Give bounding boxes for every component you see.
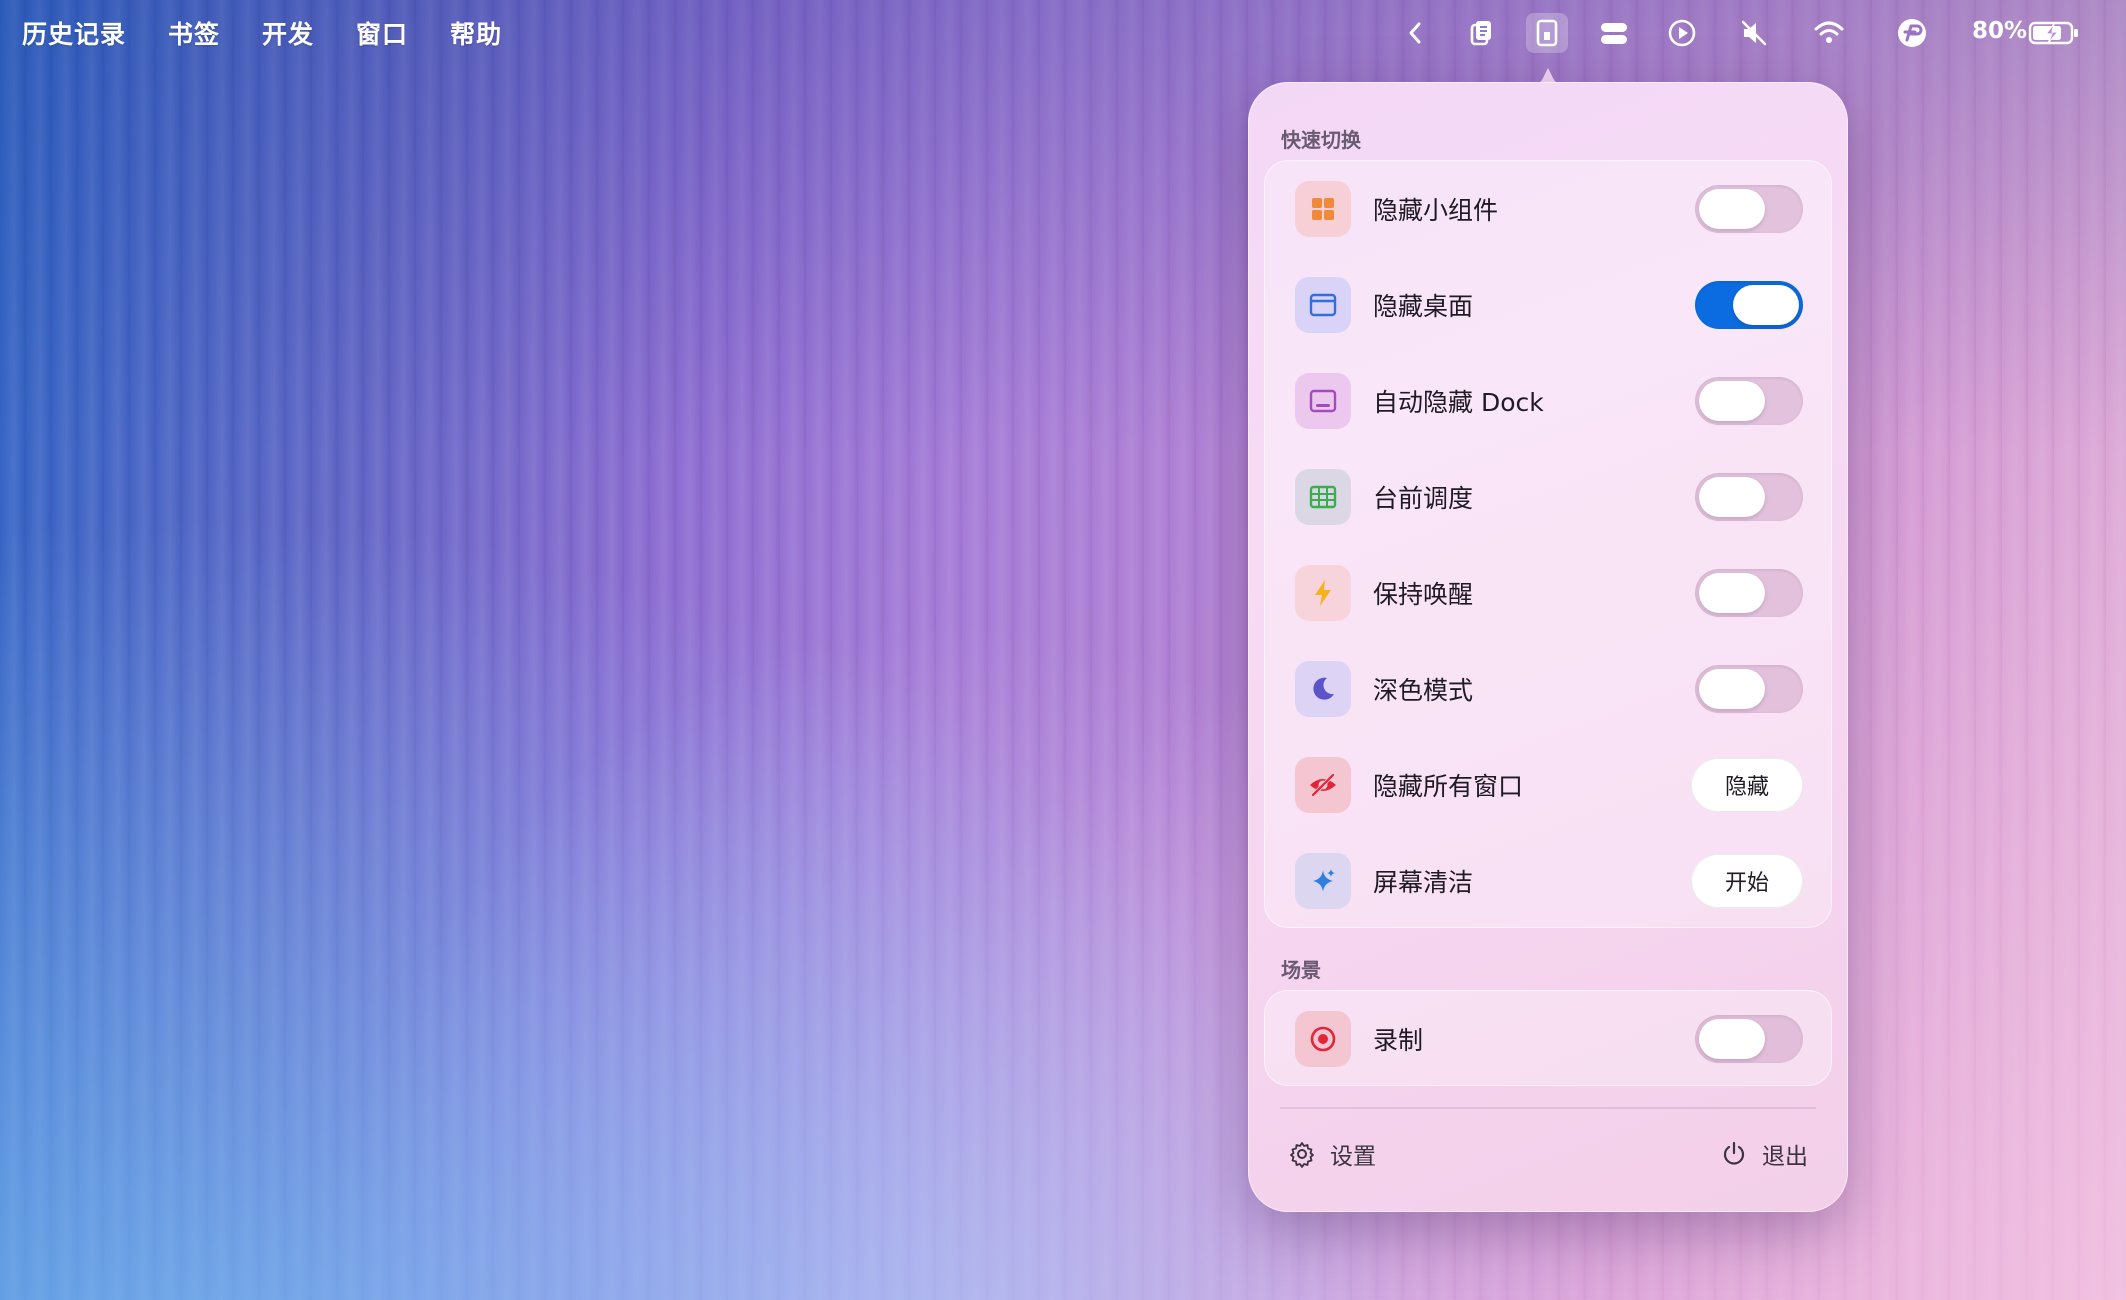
quick-toggle-section-title: 快速切换 (1281, 128, 1361, 152)
action-row-hide-all-windows: 隐藏所有窗口 隐藏 (1265, 737, 1833, 833)
toggle-knob (1699, 189, 1765, 229)
clipboard-icon[interactable] (1465, 17, 1497, 49)
sparkle-icon (1295, 853, 1351, 909)
wifi-icon[interactable] (1813, 17, 1845, 49)
chevron-left-icon[interactable] (1400, 17, 1432, 49)
app-menu-icon[interactable] (1531, 17, 1563, 49)
control-center-icon[interactable] (1598, 17, 1630, 49)
toggle-label: 深色模式 (1373, 676, 1474, 705)
bolt-icon (1295, 565, 1351, 621)
toggle-knob (1733, 285, 1799, 325)
desktop-window-icon (1295, 277, 1351, 333)
toggle-knob (1699, 669, 1765, 709)
toggle-knob (1699, 573, 1765, 613)
screen-clean-start-button[interactable]: 开始 (1691, 854, 1803, 908)
play-icon[interactable] (1666, 17, 1698, 49)
settings-label: 设置 (1330, 1144, 1376, 1170)
action-row-screen-clean: 屏幕清洁 开始 (1265, 833, 1833, 929)
toggle-row-dark-mode: 深色模式 (1265, 641, 1833, 737)
hide-all-windows-button[interactable]: 隐藏 (1691, 758, 1803, 812)
auto-hide-dock-toggle[interactable] (1695, 377, 1803, 425)
quit-button[interactable]: 退出 (1720, 1137, 1808, 1171)
quick-toggle-popover: 快速切换 隐藏小组件 隐藏桌面 自动隐藏 Dock 台前调度 保持唤醒 深色模式… (1248, 82, 1848, 1212)
toggle-row-hide-widgets: 隐藏小组件 (1265, 161, 1833, 257)
keep-awake-toggle[interactable] (1695, 569, 1803, 617)
menu-develop[interactable]: 开发 (262, 15, 314, 51)
toggle-knob (1699, 1019, 1765, 1059)
menu-bookmarks[interactable]: 书签 (168, 15, 220, 51)
toggle-row-stage-manager: 台前调度 (1265, 449, 1833, 545)
app-status-icon[interactable] (1896, 17, 1928, 49)
footer-divider (1280, 1107, 1816, 1109)
gear-icon (1290, 1142, 1314, 1168)
widgets-icon (1295, 181, 1351, 237)
menu-help[interactable]: 帮助 (450, 15, 502, 51)
dock-icon (1295, 373, 1351, 429)
eye-slash-icon (1295, 757, 1351, 813)
stage-manager-icon (1295, 469, 1351, 525)
hide-widgets-toggle[interactable] (1695, 185, 1803, 233)
toggle-knob (1699, 477, 1765, 517)
scenes-section-title: 场景 (1281, 958, 1321, 982)
hide-desktop-toggle[interactable] (1695, 281, 1803, 329)
power-icon (1723, 1141, 1745, 1165)
menu-history[interactable]: 历史记录 (22, 15, 126, 51)
app-menu: 历史记录 书签 开发 窗口 帮助 (0, 15, 502, 51)
record-icon (1295, 1011, 1351, 1067)
menu-window[interactable]: 窗口 (356, 15, 408, 51)
quick-toggle-card: 隐藏小组件 隐藏桌面 自动隐藏 Dock 台前调度 保持唤醒 深色模式 隐藏所有… (1264, 160, 1832, 928)
battery-charging-icon[interactable] (2028, 17, 2080, 49)
quit-label: 退出 (1762, 1144, 1808, 1170)
toggle-knob (1699, 381, 1765, 421)
battery-percentage: 80% (1972, 18, 2028, 44)
record-toggle[interactable] (1695, 1015, 1803, 1063)
toggle-label: 保持唤醒 (1373, 580, 1474, 609)
toggle-row-hide-desktop: 隐藏桌面 (1265, 257, 1833, 353)
settings-button[interactable]: 设置 (1288, 1137, 1376, 1171)
toggle-label: 台前调度 (1373, 484, 1474, 513)
action-label: 隐藏所有窗口 (1373, 772, 1524, 801)
toggle-row-keep-awake: 保持唤醒 (1265, 545, 1833, 641)
toggle-label: 隐藏桌面 (1373, 292, 1474, 321)
moon-icon (1295, 661, 1351, 717)
stage-manager-toggle[interactable] (1695, 473, 1803, 521)
toggle-label: 自动隐藏 Dock (1373, 388, 1544, 417)
toggle-row-record: 录制 (1265, 991, 1833, 1087)
toggle-label: 录制 (1373, 1026, 1424, 1055)
mute-icon[interactable] (1738, 17, 1770, 49)
toggle-row-auto-hide-dock: 自动隐藏 Dock (1265, 353, 1833, 449)
menu-bar: 历史记录 书签 开发 窗口 帮助 (0, 0, 2126, 66)
scenes-card: 录制 (1264, 990, 1832, 1086)
dark-mode-toggle[interactable] (1695, 665, 1803, 713)
toggle-label: 隐藏小组件 (1373, 196, 1499, 225)
action-label: 屏幕清洁 (1373, 868, 1474, 897)
